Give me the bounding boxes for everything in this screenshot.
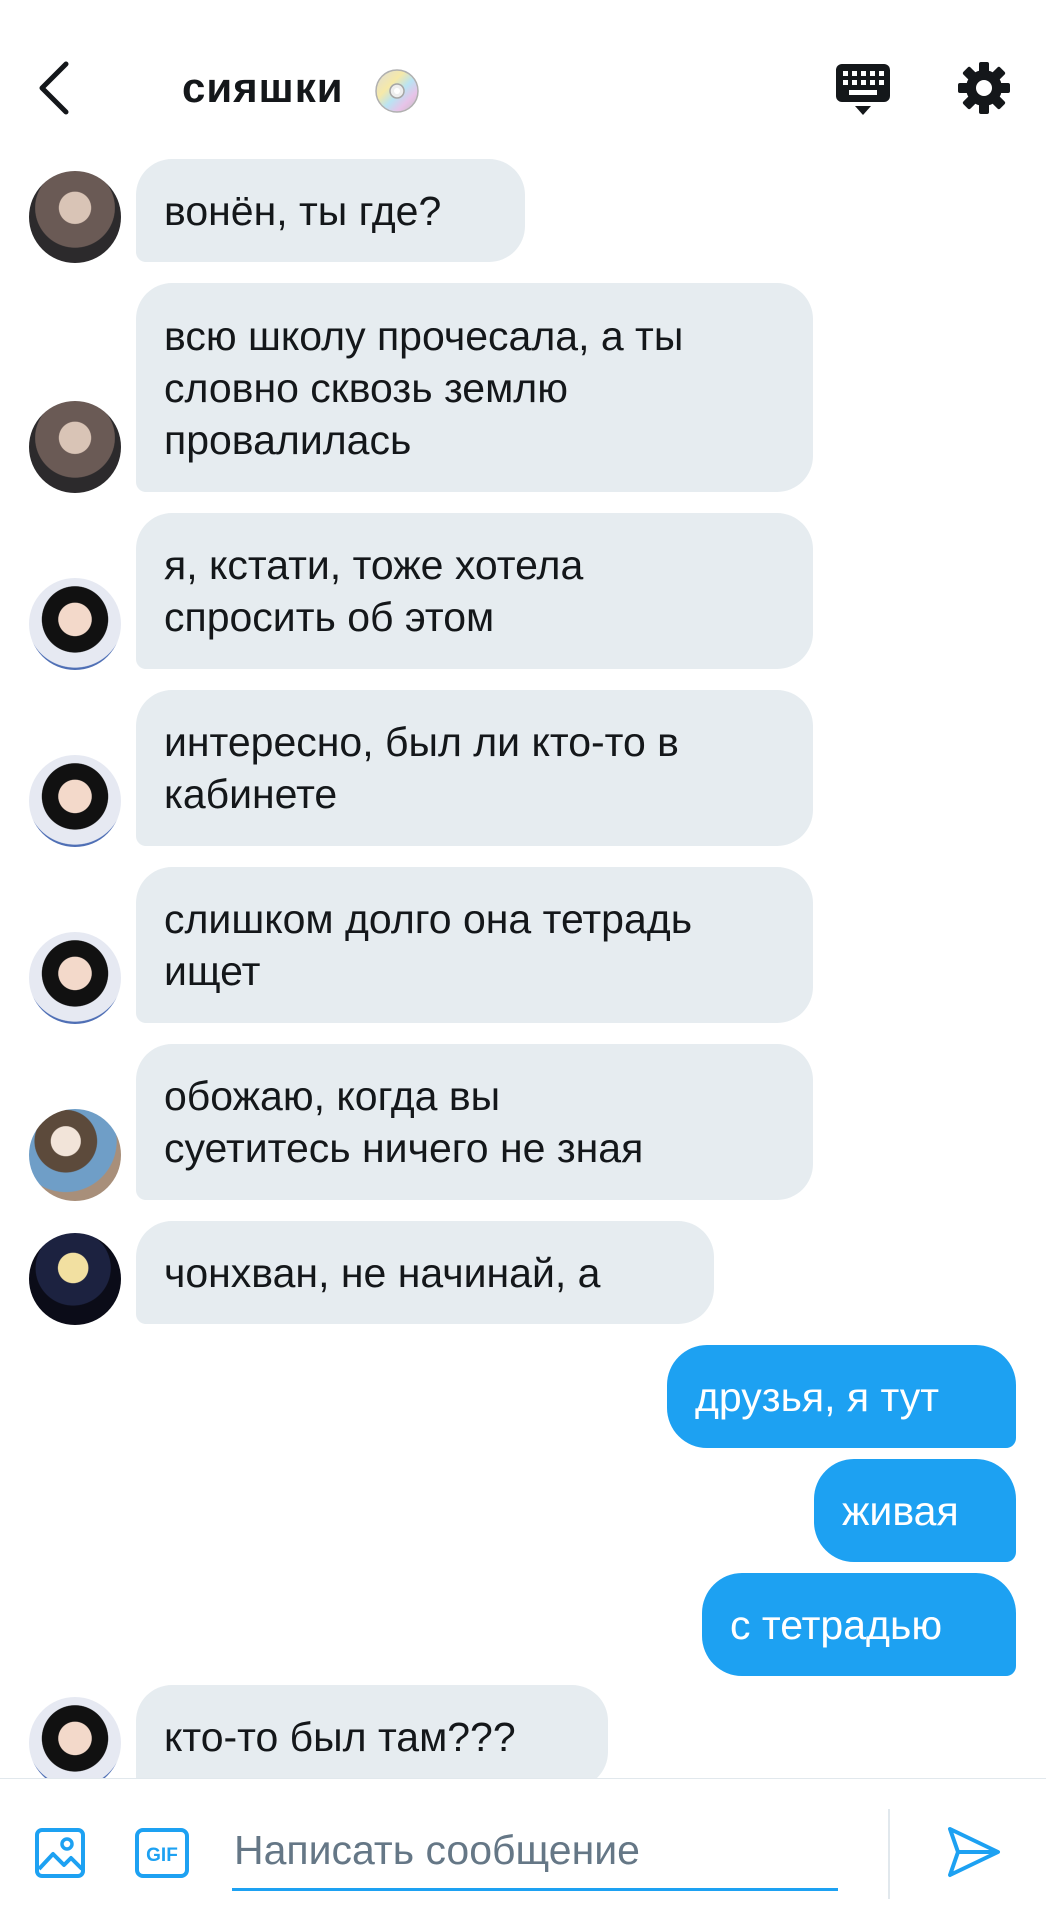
send-icon[interactable] [946,1825,1002,1879]
image-icon[interactable] [34,1827,86,1879]
message-bubble: слишком долго она тетрадь ищет [136,867,813,1023]
message-text: слишком долго она тетрадь ищет [164,896,693,994]
message-text: вонён, ты где? [164,187,442,234]
avatar[interactable] [29,755,121,847]
own-message-bubble: друзья, я тут [667,1345,1016,1448]
message-bubble: чонхван, не начинай, а [136,1221,714,1324]
message-text: я, кстати, тоже хотела спросить об этом [164,542,584,640]
avatar[interactable] [29,401,121,493]
message-text: интересно, был ли кто-то в кабинете [164,719,679,817]
own-message-bubble: с тетрадью [702,1573,1016,1676]
message-text: кто-то был там??? [164,1713,516,1760]
chat-header: сияшки [0,0,1046,160]
message-bubble: обожаю, когда вы суетитесь ничего не зна… [136,1044,813,1200]
message-text: с тетрадью [730,1601,943,1648]
avatar[interactable] [29,578,121,670]
keyboard-icon[interactable] [834,62,892,118]
message-composer: GIF Написать сообщение [0,1778,1046,1921]
back-arrow-icon[interactable] [30,58,80,118]
avatar[interactable] [29,1109,121,1201]
avatar[interactable] [29,171,121,263]
message-text: друзья, я тут [695,1373,940,1420]
gif-icon[interactable]: GIF [134,1827,190,1879]
message-text: всю школу прочесала, а ты словно сквозь … [164,312,684,463]
message-text: живая [842,1487,959,1534]
disc-emoji-icon [375,69,419,113]
chat-title: сияшки [182,64,344,111]
message-bubble: вонён, ты где? [136,159,525,262]
avatar[interactable] [29,1233,121,1325]
message-bubble: всю школу прочесала, а ты словно сквозь … [136,283,813,492]
message-text: чонхван, не начинай, а [164,1249,601,1296]
message-input[interactable]: Написать сообщение [232,1809,838,1891]
composer-divider [888,1809,890,1899]
svg-text:GIF: GIF [146,1845,178,1866]
message-bubble: я, кстати, тоже хотела спросить об этом [136,513,813,669]
message-text: обожаю, когда вы суетитесь ничего не зна… [164,1073,644,1171]
avatar[interactable] [29,1697,121,1789]
message-bubble: кто-то был там??? [136,1685,608,1788]
message-bubble: интересно, был ли кто-то в кабинете [136,690,813,846]
avatar[interactable] [29,932,121,1024]
settings-gear-icon[interactable] [956,60,1012,116]
own-message-bubble: живая [814,1459,1016,1562]
